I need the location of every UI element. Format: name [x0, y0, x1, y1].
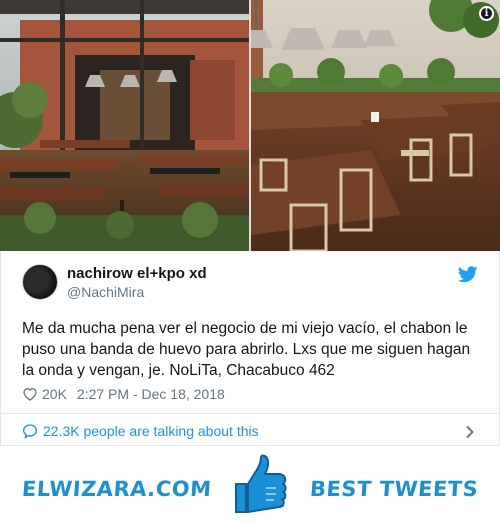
- site-brand[interactable]: ELWIZARA.COM: [21, 477, 212, 501]
- timestamp[interactable]: 2:27 PM - Dec 18, 2018: [77, 386, 225, 402]
- conversation-link[interactable]: 22.3K people are talking about this: [22, 423, 259, 439]
- author-handle[interactable]: @NachiMira: [67, 284, 144, 300]
- photo-terrace[interactable]: [0, 0, 249, 251]
- tweet-card: nachirow el+kpo xd @NachiMira Me da much…: [0, 251, 500, 446]
- tweet-meta: 20K 2:27 PM - Dec 18, 2018: [22, 386, 225, 402]
- like-count[interactable]: 20K: [42, 386, 67, 402]
- photo-interior[interactable]: i: [251, 0, 500, 251]
- best-tweets-label: BEST TWEETS: [308, 477, 479, 501]
- divider: [1, 413, 500, 414]
- conversation-count: 22.3K people are talking about this: [43, 423, 259, 439]
- info-icon[interactable]: i: [479, 6, 494, 21]
- tweet-media[interactable]: i: [0, 0, 500, 251]
- thumbs-up-icon: [235, 454, 287, 514]
- heart-icon[interactable]: [22, 387, 38, 401]
- avatar[interactable]: [22, 264, 58, 300]
- footer-banner: ELWIZARA.COM BEST TWEETS: [0, 452, 500, 524]
- twitter-bird-icon[interactable]: [458, 266, 478, 283]
- author-name[interactable]: nachirow el+kpo xd: [67, 265, 207, 282]
- speech-bubble-icon: [22, 424, 38, 439]
- tweet-text: Me da mucha pena ver el negocio de mi vi…: [22, 320, 471, 379]
- chevron-right-icon[interactable]: [465, 425, 475, 439]
